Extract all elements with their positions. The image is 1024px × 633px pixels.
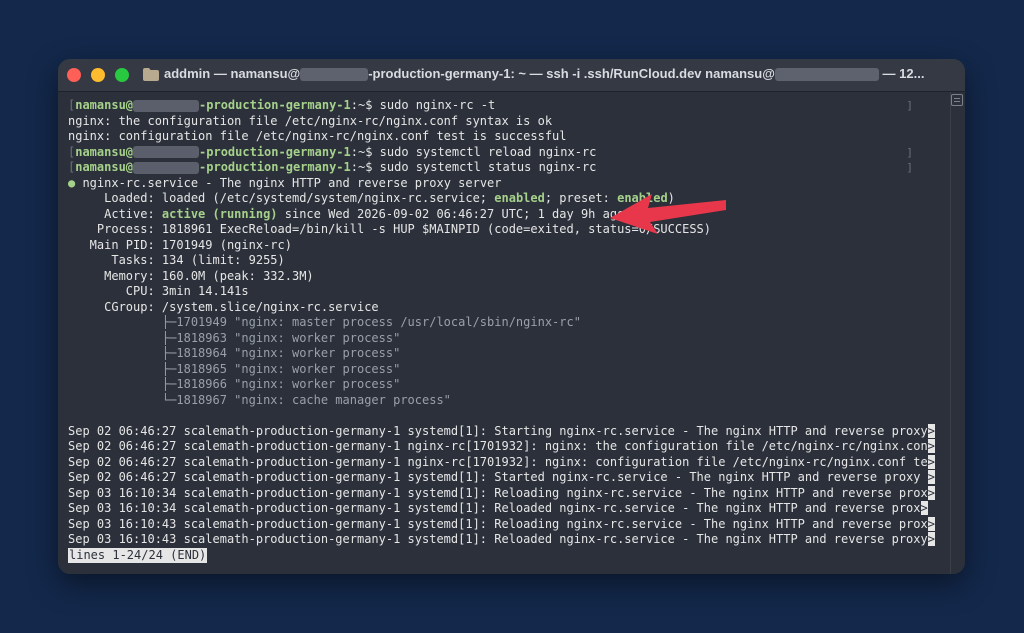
redacted-host [133,99,200,112]
truncation-marker: > [927,485,935,500]
prompt-line: [namansu@ -production-germany-1:~$ sudo s… [68,160,913,174]
log-text: Sep 02 06:46:27 scalemath-production-ger… [68,470,928,484]
truncation-marker: > [927,454,935,469]
redacted-hostname [774,68,879,82]
enabled-status: enabled [494,191,545,205]
cgroup-tree-line: ├─1818963 "nginx: worker process" [68,330,401,345]
loaded-value: loaded (/etc/systemd/system/nginx-rc.ser… [161,191,495,205]
command-text: sudo systemctl reload nginx-rc [379,144,597,159]
prompt-host: -production-germany-1 [199,98,351,112]
cgroup-tree-line: ├─1818965 "nginx: worker process" [68,361,401,376]
journal-log-line: Sep 03 16:10:43 scalemath-production-ger… [68,532,940,548]
memory-line: Memory: 160.0M (peak: 332.3M) [68,268,314,283]
cgroup-tree-line: └─1818967 "nginx: cache manager process" [68,392,451,407]
title-suffix: — 12... [878,66,925,81]
loaded-line: Loaded: loaded (/etc/systemd/system/ngin… [68,191,940,207]
redacted-hostname [300,68,369,82]
service-line: ● nginx-rc.service - The nginx HTTP and … [68,176,940,192]
prompt-user: namansu@ [75,144,134,159]
truncation-marker: > [927,516,935,531]
line-end-marker: ] [906,161,913,174]
journal-log-line: Sep 03 16:10:43 scalemath-production-ger… [68,516,940,533]
mainpid-line: Main PID: 1701949 (nginx-rc) [68,237,292,252]
log-text: Sep 03 16:10:43 scalemath-production-ger… [68,516,928,531]
cgroup-line: CGroup: /system.slice/nginx-rc.service [68,299,379,314]
close-button[interactable] [67,68,81,82]
cgroup-tree-line: ├─1818964 "nginx: worker process" [68,346,401,360]
active-label: Active: [68,206,162,221]
journal-log-line: Sep 02 06:46:27 scalemath-production-ger… [68,423,940,440]
terminal-content[interactable]: [namansu@ -production-germany-1:~$ sudo n… [58,92,965,574]
log-text: Sep 02 06:46:27 scalemath-production-ger… [68,423,928,438]
active-line: Active: active (running) since Wed 2026-… [68,207,940,223]
prompt-user: namansu@ [75,160,134,174]
truncation-marker: > [920,501,928,515]
arrow-annotation-icon [610,194,726,234]
prompt-tail: :~$ [350,144,380,159]
pager-status-line: lines 1-24/24 (END) [68,547,940,563]
line-end-marker: ] [906,99,913,112]
truncation-marker: > [927,532,935,546]
line-end-marker: ] [906,145,913,159]
truncation-marker: > [927,423,935,438]
tasks-line: Tasks: 134 (limit: 9255) [68,253,285,267]
truncation-marker: > [927,470,935,484]
prompt-tail: :~$ [350,160,380,174]
title-prefix: addmin — namansu@ [164,66,301,81]
process-line: Process: 1818961 ExecReload=/bin/kill -s… [68,222,711,236]
output-line: nginx: the configuration file /etc/nginx… [68,113,553,128]
truncation-marker: > [927,439,935,453]
terminal-window: addmin — namansu@ -production-germany-1: … [58,59,965,574]
redacted-host [133,161,200,174]
prompt-tail: :~$ [350,98,380,112]
log-text: Sep 02 06:46:27 scalemath-production-ger… [68,439,928,453]
prompt-host: -production-germany-1 [199,144,351,159]
active-state: active (running) [161,206,278,221]
prompt-user: namansu@ [75,98,134,112]
loaded-label: Loaded: [68,191,162,205]
log-text: Sep 03 16:10:34 scalemath-production-ger… [68,501,921,515]
journal-log-line: Sep 03 16:10:34 scalemath-production-ger… [68,501,940,517]
service-title: nginx-rc.service - The nginx HTTP and re… [75,175,502,190]
prompt-host: -production-germany-1 [199,160,351,174]
prompt-line: [namansu@ -production-germany-1:~$ sudo s… [68,144,913,159]
journal-log-line: Sep 02 06:46:27 scalemath-production-ger… [68,439,940,455]
log-text: Sep 02 06:46:27 scalemath-production-ger… [68,454,928,469]
log-text: Sep 03 16:10:43 scalemath-production-ger… [68,532,928,546]
cpu-line: CPU: 3min 14.141s [68,284,249,298]
folder-icon [143,68,159,81]
cgroup-tree-line: ├─1818966 "nginx: worker process" [68,377,401,391]
zoom-button[interactable] [115,68,129,82]
terminal-output: [namansu@ -production-germany-1:~$ sudo n… [68,98,940,563]
prompt-line: [namansu@ -production-germany-1:~$ sudo n… [68,98,913,112]
title-bar: addmin — namansu@ -production-germany-1: … [58,59,965,92]
active-since: since Wed 2026-09-02 06:46:27 UTC; 1 day… [277,206,625,221]
journal-log-line: Sep 02 06:46:27 scalemath-production-ger… [68,454,940,471]
command-text: sudo systemctl status nginx-rc [379,160,597,174]
command-text: sudo nginx-rc -t [379,98,496,112]
journal-log-line: Sep 02 06:46:27 scalemath-production-ger… [68,470,940,486]
scrollbar-menu-icon[interactable] [951,94,963,106]
cgroup-tree-line: ├─1701949 "nginx: master process /usr/lo… [68,315,581,329]
pager-status: lines 1-24/24 (END) [68,547,208,563]
redacted-host [133,146,200,158]
vertical-scrollbar[interactable] [950,92,965,574]
log-text: Sep 03 16:10:34 scalemath-production-ger… [68,485,928,500]
minimize-button[interactable] [91,68,105,82]
title-middle: -production-germany-1: ~ — ssh -i .ssh/R… [368,66,775,81]
output-line: nginx: configuration file /etc/nginx-rc/… [68,129,567,143]
journal-log-line: Sep 03 16:10:34 scalemath-production-ger… [68,485,940,502]
window-title: addmin — namansu@ -production-germany-1: … [164,66,957,84]
